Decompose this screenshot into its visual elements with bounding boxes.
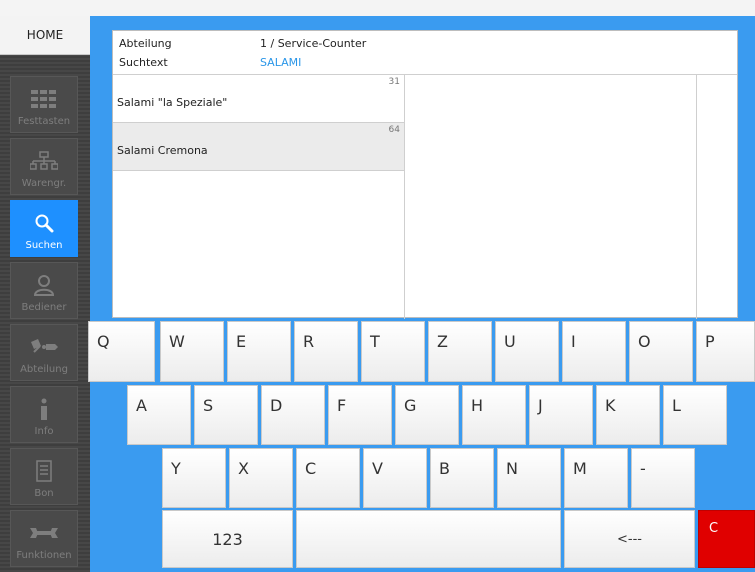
key-f[interactable]: F bbox=[328, 385, 392, 445]
info-icon bbox=[11, 397, 77, 421]
key-t[interactable]: T bbox=[361, 321, 425, 382]
key-g[interactable]: G bbox=[395, 385, 459, 445]
user-icon bbox=[11, 273, 77, 297]
main-area: Abteilung 1 / Service-Counter Suchtext S… bbox=[88, 16, 755, 572]
key-e[interactable]: E bbox=[227, 321, 291, 382]
key-s[interactable]: S bbox=[194, 385, 258, 445]
key-d[interactable]: D bbox=[261, 385, 325, 445]
key-r[interactable]: R bbox=[294, 321, 358, 382]
key-y[interactable]: Y bbox=[162, 448, 226, 508]
key-o[interactable]: O bbox=[629, 321, 693, 382]
sidebar-item-bediener[interactable]: Bediener bbox=[10, 262, 78, 319]
sidebar-item-label: Festtasten bbox=[17, 116, 71, 127]
search-results-panel: Abteilung 1 / Service-Counter Suchtext S… bbox=[112, 30, 738, 319]
key-m[interactable]: M bbox=[564, 448, 628, 508]
top-bar bbox=[0, 0, 755, 16]
sidebar-item-suchen[interactable]: Suchen bbox=[10, 200, 78, 257]
key-v[interactable]: V bbox=[363, 448, 427, 508]
item-name: Salami Cremona bbox=[117, 144, 208, 157]
item-number: 31 bbox=[388, 77, 400, 87]
results-column-empty bbox=[405, 75, 697, 319]
search-header: Abteilung 1 / Service-Counter Suchtext S… bbox=[113, 31, 737, 75]
item-name: Salami "la Speziale" bbox=[117, 96, 228, 109]
key-hyphen[interactable]: - bbox=[631, 448, 695, 508]
key-n[interactable]: N bbox=[497, 448, 561, 508]
list-item[interactable]: 64 Salami Cremona bbox=[113, 123, 404, 171]
backspace-key[interactable]: <--- bbox=[564, 510, 695, 568]
key-k[interactable]: K bbox=[596, 385, 660, 445]
department-key: Abteilung bbox=[119, 37, 172, 50]
sidebar-item-label: Bon bbox=[34, 488, 54, 499]
home-label: HOME bbox=[26, 28, 64, 42]
key-i[interactable]: I bbox=[562, 321, 626, 382]
key-b[interactable]: B bbox=[430, 448, 494, 508]
sidebar-item-funktionen[interactable]: Funktionen bbox=[10, 510, 78, 567]
key-p[interactable]: P bbox=[696, 321, 755, 382]
key-a[interactable]: A bbox=[127, 385, 191, 445]
key-z[interactable]: Z bbox=[428, 321, 492, 382]
search-icon bbox=[11, 211, 77, 235]
sidebar-item-bon[interactable]: Bon bbox=[10, 448, 78, 505]
sidebar-item-label: Abteilung bbox=[20, 364, 68, 375]
wrench-icon bbox=[11, 521, 77, 545]
key-h[interactable]: H bbox=[462, 385, 526, 445]
key-l[interactable]: L bbox=[663, 385, 727, 445]
key-q[interactable]: Q bbox=[88, 321, 155, 382]
sidebar-item-label: Bediener bbox=[21, 302, 67, 313]
sidebar-item-festtasten[interactable]: Festtasten bbox=[10, 76, 78, 133]
numbers-key[interactable]: 123 bbox=[162, 510, 293, 568]
key-c[interactable]: C bbox=[296, 448, 360, 508]
home-button[interactable]: HOME bbox=[0, 16, 90, 55]
receipt-icon bbox=[11, 459, 77, 483]
department-icon bbox=[11, 335, 77, 359]
clear-key[interactable]: C bbox=[698, 510, 755, 568]
key-u[interactable]: U bbox=[495, 321, 559, 382]
department-value: 1 / Service-Counter bbox=[260, 37, 367, 50]
key-j[interactable]: J bbox=[529, 385, 593, 445]
search-text-value: SALAMI bbox=[260, 56, 302, 69]
item-number: 64 bbox=[388, 125, 400, 135]
sidebar-item-label: Warengr. bbox=[21, 178, 67, 189]
sidebar: HOME Festtasten Warengr. Suchen Bediener… bbox=[0, 16, 90, 572]
key-x[interactable]: X bbox=[229, 448, 293, 508]
list-item[interactable]: 31 Salami "la Speziale" bbox=[113, 75, 404, 123]
search-text-key: Suchtext bbox=[119, 56, 168, 69]
results-list: 31 Salami "la Speziale" 64 Salami Cremon… bbox=[113, 75, 405, 319]
grid-icon bbox=[11, 87, 77, 111]
space-key[interactable] bbox=[296, 510, 561, 568]
sidebar-item-label: Info bbox=[34, 426, 54, 437]
sidebar-item-label: Suchen bbox=[25, 240, 63, 251]
hierarchy-icon bbox=[11, 149, 77, 173]
sidebar-item-abteilung[interactable]: Abteilung bbox=[10, 324, 78, 381]
sidebar-item-warengr[interactable]: Warengr. bbox=[10, 138, 78, 195]
key-w[interactable]: W bbox=[160, 321, 224, 382]
sidebar-item-info[interactable]: Info bbox=[10, 386, 78, 443]
sidebar-item-label: Funktionen bbox=[16, 550, 72, 561]
